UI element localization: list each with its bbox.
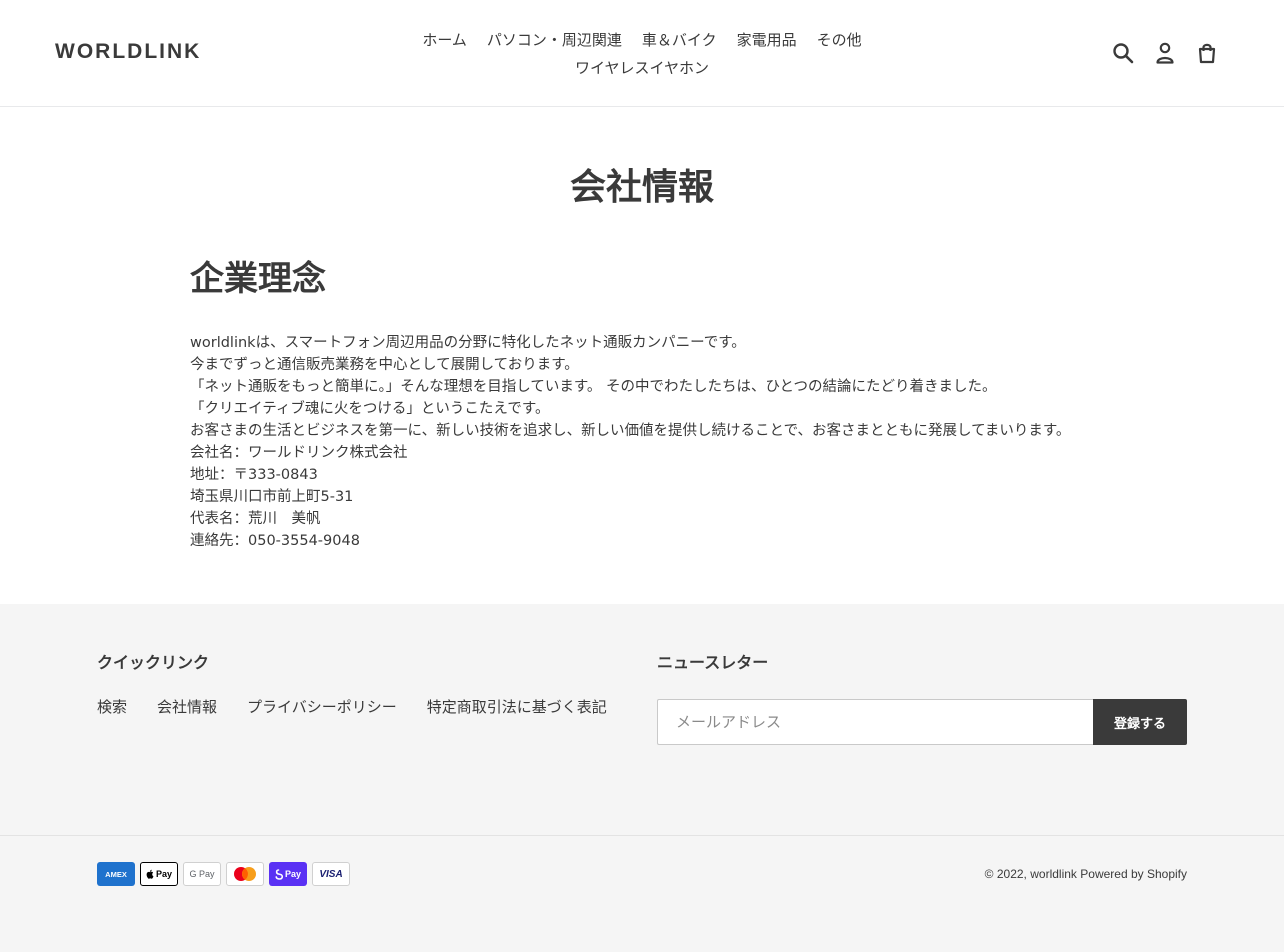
apple-pay-icon: Pay	[140, 862, 178, 886]
shop-pay-label: Pay	[284, 869, 301, 879]
powered-by-link[interactable]: Powered by Shopify	[1080, 867, 1187, 881]
company-name: 会社名：ワールドリンク株式会社	[190, 445, 408, 461]
footer-link-legal[interactable]: 特定商取引法に基づく表記	[427, 696, 607, 717]
nav-item-appliances[interactable]: 家電用品	[737, 26, 797, 54]
apple-pay-label: Pay	[155, 869, 172, 879]
content-line: worldlinkは、スマートフォン周辺用品の分野に特化したネット通販カンパニー…	[190, 335, 746, 351]
footer-link-company[interactable]: 会社情報	[157, 696, 217, 717]
content-line: 「クリエイティブ魂に火をつける」というこたえです。	[190, 401, 550, 417]
quick-links-title: クイックリンク	[97, 653, 210, 672]
site-header: WORLDLINK ホーム パソコン・周辺関連 車＆バイク 家電用品 その他ワイヤレスイ…	[0, 0, 1284, 107]
content-line: お客さまの生活とビジネスを第一に、新しい技術を追求し、新しい価値を提供し続けるこ…	[190, 423, 1071, 439]
section-heading: 企業理念	[190, 259, 326, 299]
nav-item-other[interactable]: その他	[817, 26, 862, 54]
footer-divider	[0, 835, 1284, 836]
address: 埼玉県川口市前上町5-31	[190, 489, 354, 505]
contact-phone: 連絡先：050-3554-9048	[190, 533, 360, 549]
visa-icon: VISA	[312, 862, 350, 886]
content-line: 「ネット通販をもっと簡単に。」そんな理想を目指しています。 その中でわたしたちは…	[190, 379, 997, 395]
site-footer: クイックリンク 検索 会社情報 プライバシーポリシー 特定商取引法に基づく表記 …	[0, 604, 1284, 952]
content-line: 今までずっと通信販売業務を中心として展開しております。	[190, 357, 579, 373]
cart-icon[interactable]	[1195, 40, 1219, 66]
postal-code: 地址：〒333-0843	[190, 467, 318, 483]
payment-icons: AMEX Pay G Pay Pay VISA	[97, 862, 350, 886]
nav-item-home[interactable]: ホーム	[422, 26, 467, 54]
header-icons	[1111, 40, 1219, 66]
main-nav: ホーム パソコン・周辺関連 車＆バイク 家電用品 その他ワイヤレスイヤホン	[392, 26, 892, 82]
account-icon[interactable]	[1153, 40, 1177, 66]
shop-pay-icon: Pay	[269, 862, 307, 886]
google-pay-icon: G Pay	[183, 862, 221, 886]
subscribe-button[interactable]: 登録する	[1093, 699, 1187, 745]
nav-item-pc[interactable]: パソコン・周辺関連	[487, 26, 622, 54]
page-content: 企業理念 worldlinkは、スマートフォン周辺用品の分野に特化したネット通販…	[190, 256, 1110, 552]
footer-link-privacy[interactable]: プライバシーポリシー	[247, 696, 397, 717]
shop-name-link[interactable]: worldlink	[1030, 867, 1077, 881]
site-logo[interactable]: WORLDLINK	[55, 40, 201, 64]
newsletter-title: ニュースレター	[657, 653, 769, 672]
search-icon[interactable]	[1111, 40, 1135, 66]
representative: 代表名：荒川 美帆	[190, 511, 321, 527]
amex-icon: AMEX	[97, 862, 135, 886]
email-field[interactable]	[657, 699, 1093, 745]
mastercard-icon	[226, 862, 264, 886]
nav-item-car-bike[interactable]: 車＆バイク	[642, 26, 717, 54]
newsletter-form: 登録する	[657, 699, 1187, 745]
nav-item-wireless-earphones[interactable]: ワイヤレスイヤホン	[575, 54, 709, 82]
quick-links: 検索 会社情報 プライバシーポリシー 特定商取引法に基づく表記	[97, 696, 607, 717]
copyright: © 2022, worldlink Powered by Shopify	[985, 867, 1187, 881]
page-title: 会社情報	[569, 167, 714, 208]
copyright-text: © 2022,	[984, 867, 1027, 881]
footer-link-search[interactable]: 検索	[97, 696, 127, 717]
